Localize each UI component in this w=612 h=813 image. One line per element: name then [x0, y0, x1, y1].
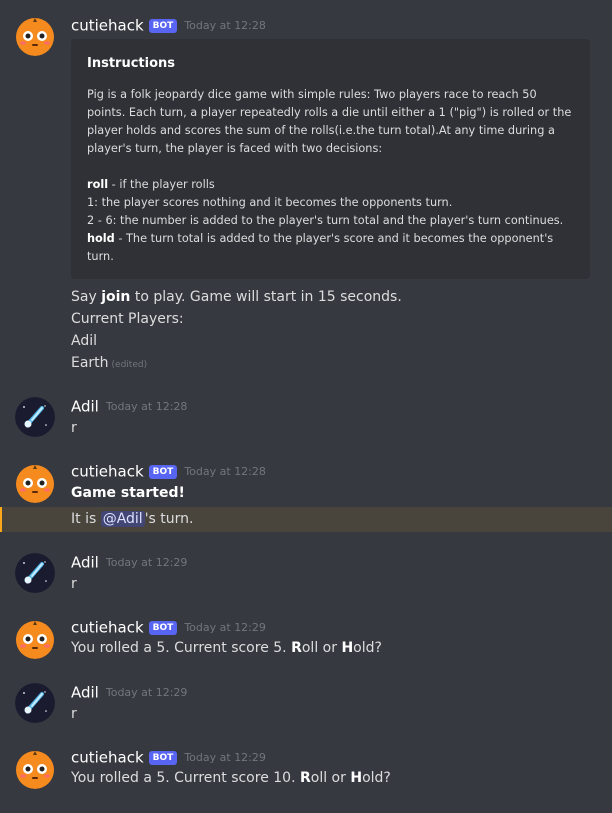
embed-paragraph-line: Pig is a folk jeopardy dice game with si…: [87, 88, 537, 101]
pumpkin-face-icon: [16, 18, 54, 56]
embed-roll-rule: roll - if the player rolls: [87, 176, 215, 194]
message-header: cutiehack BOT Today at 12:29: [71, 617, 266, 637]
hold-letter: H: [341, 640, 354, 656]
roll-result: You rolled a 5. Current score 5.: [71, 640, 292, 656]
embed-title: Instructions: [87, 56, 176, 71]
message-header: Adil Today at 12:28: [71, 396, 187, 416]
message-header: cutiehack BOT Today at 12:28: [71, 15, 266, 35]
bot-avatar[interactable]: [15, 463, 55, 503]
pumpkin-face-icon: [16, 621, 54, 659]
message-text: r: [71, 576, 77, 592]
username[interactable]: Adil: [71, 684, 99, 702]
mention-highlight-bar: [0, 507, 2, 532]
bot-avatar[interactable]: [15, 16, 55, 56]
username[interactable]: Adil: [71, 398, 99, 416]
message-text: r: [71, 706, 77, 722]
chat-log: cutiehack BOT Today at 12:28 Instructions …: [0, 0, 612, 813]
timestamp[interactable]: Today at 12:29: [184, 621, 266, 634]
roll-description: - if the player rolls: [108, 178, 215, 191]
username[interactable]: cutiehack: [71, 17, 144, 35]
current-players-label: Current Players:: [71, 311, 184, 327]
bot-tag: BOT: [148, 620, 178, 635]
timestamp[interactable]: Today at 12:29: [184, 751, 266, 764]
embed-paragraph-line: points. Each turn, a player repeatedly r…: [87, 106, 572, 119]
roll-or: oll or: [310, 770, 351, 786]
message-header: Adil Today at 12:29: [71, 552, 187, 572]
player-name: Adil: [71, 333, 97, 349]
roll-keyword: roll: [87, 178, 109, 191]
message-header: Adil Today at 12:29: [71, 682, 187, 702]
user-avatar[interactable]: [15, 683, 55, 723]
comet-icon: [15, 553, 55, 593]
user-avatar[interactable]: [15, 553, 55, 593]
bot-tag: BOT: [148, 18, 178, 33]
embed-paragraph-line: player's turn, the player is faced with …: [87, 142, 383, 155]
username[interactable]: cutiehack: [71, 463, 144, 481]
turn-text: It is @Adil's turn.: [71, 509, 194, 529]
bot-tag: BOT: [148, 464, 178, 479]
timestamp[interactable]: Today at 12:29: [106, 686, 188, 699]
player-name: Earth: [71, 355, 109, 371]
embed-hold-rule: hold - The turn total is added to the pl…: [87, 230, 553, 248]
edited-label: (edited): [111, 360, 148, 370]
roll-or: oll or: [301, 640, 342, 656]
roll-result-text: You rolled a 5. Current score 10. Roll o…: [71, 768, 391, 788]
join-keyword: join: [101, 289, 131, 305]
bot-avatar[interactable]: [15, 749, 55, 789]
user-mention[interactable]: @Adil: [100, 511, 145, 527]
embed-rule-one: 1: the player scores nothing and it beco…: [87, 196, 453, 209]
game-started-text: Game started!: [71, 485, 185, 501]
timestamp[interactable]: Today at 12:28: [106, 400, 188, 413]
message-header: cutiehack BOT Today at 12:28: [71, 461, 266, 481]
bot-avatar[interactable]: [15, 619, 55, 659]
pumpkin-face-icon: [16, 751, 54, 789]
timestamp[interactable]: Today at 12:29: [106, 556, 188, 569]
roll-letter: R: [291, 640, 302, 656]
timestamp[interactable]: Today at 12:28: [184, 19, 266, 32]
roll-result: You rolled a 5. Current score 10.: [71, 770, 300, 786]
username[interactable]: cutiehack: [71, 749, 144, 767]
join-instruction: Say join to play. Game will start in 15 …: [71, 287, 402, 307]
comet-icon: [15, 397, 55, 437]
hold-description: - The turn total is added to the player'…: [114, 232, 554, 245]
user-avatar[interactable]: [15, 397, 55, 437]
roll-letter: R: [299, 770, 311, 786]
player-name-edited: Earth (edited): [71, 353, 147, 375]
bot-tag: BOT: [148, 750, 178, 765]
username[interactable]: cutiehack: [71, 619, 144, 637]
hold-rest: old?: [353, 640, 382, 656]
say-suffix: to play. Game will start in 15 seconds.: [130, 289, 402, 305]
roll-result-text: You rolled a 5. Current score 5. Roll or…: [71, 638, 382, 658]
turn-suffix: 's turn.: [144, 511, 194, 527]
embed-hold-rule-cont: turn.: [87, 250, 114, 263]
pumpkin-face-icon: [16, 465, 54, 503]
message-header: cutiehack BOT Today at 12:29: [71, 747, 266, 767]
hold-rest: old?: [362, 770, 391, 786]
embed-rule-two: 2 - 6: the number is added to the player…: [87, 214, 564, 227]
turn-prefix: It is: [71, 511, 101, 527]
comet-icon: [15, 683, 55, 723]
instructions-embed: Instructions Pig is a folk jeopardy dice…: [71, 39, 590, 279]
say-prefix: Say: [71, 289, 102, 305]
timestamp[interactable]: Today at 12:28: [184, 465, 266, 478]
embed-paragraph-line: player holds and scores the sum of the r…: [87, 124, 555, 137]
username[interactable]: Adil: [71, 554, 99, 572]
hold-letter: H: [350, 770, 363, 786]
hold-keyword: hold: [87, 232, 115, 245]
message-text: r: [71, 420, 77, 436]
